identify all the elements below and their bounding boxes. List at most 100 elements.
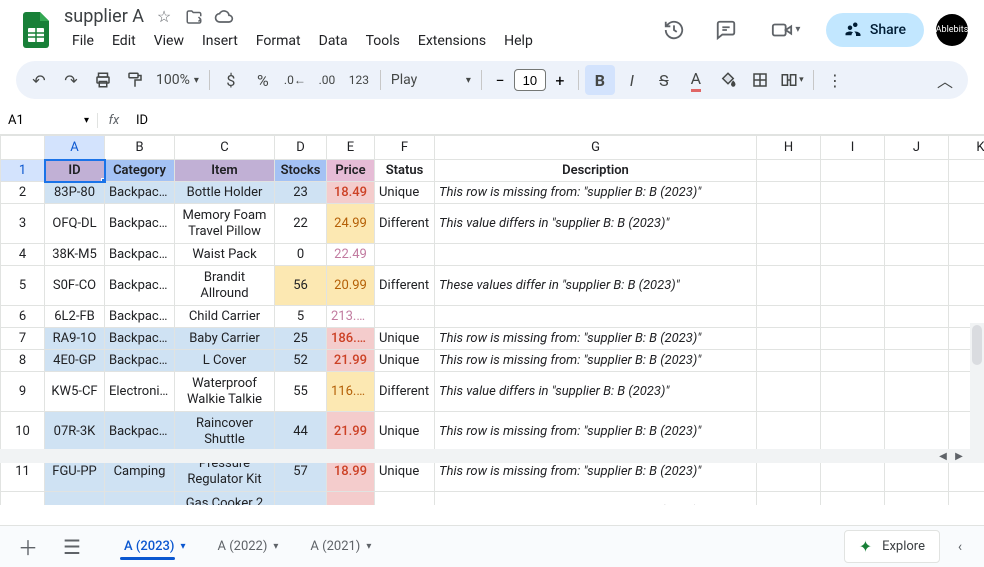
column-header-K[interactable]: K [949, 136, 984, 160]
empty-cell[interactable] [885, 266, 949, 306]
column-header-E[interactable]: E [327, 136, 375, 160]
cell-stocks[interactable]: 22 [275, 204, 327, 244]
header-cell[interactable]: Description [435, 160, 757, 182]
empty-cell[interactable] [821, 350, 885, 372]
row-header-9[interactable]: 9 [1, 372, 45, 412]
percent-button[interactable]: % [248, 65, 278, 95]
empty-cell[interactable] [757, 266, 821, 306]
cell-id[interactable]: 3Y8-AB [45, 492, 105, 506]
cell-price[interactable]: 116.99 [327, 372, 375, 412]
collapse-toolbar-button[interactable]: ︿ [930, 65, 960, 95]
cell-category[interactable]: Camping [105, 492, 175, 506]
empty-cell[interactable] [885, 182, 949, 204]
empty-cell[interactable] [757, 492, 821, 506]
cell-stocks[interactable]: 25 [275, 328, 327, 350]
row-header-4[interactable]: 4 [1, 244, 45, 266]
meet-icon[interactable]: ▾ [758, 10, 814, 50]
fill-color-button[interactable] [713, 65, 743, 95]
cell-category[interactable]: Backpacks [105, 350, 175, 372]
column-header-F[interactable]: F [375, 136, 435, 160]
row-header-6[interactable]: 6 [1, 306, 45, 328]
horizontal-scrollbar[interactable]: ◀ ▶ [0, 449, 970, 463]
empty-cell[interactable] [821, 244, 885, 266]
font-family-dropdown[interactable]: Play ▾ [387, 72, 475, 88]
app-icon[interactable] [16, 10, 56, 50]
sheet-scroll-left-button[interactable]: ‹ [948, 539, 972, 555]
menu-help[interactable]: Help [496, 29, 541, 53]
menu-view[interactable]: View [146, 29, 192, 53]
column-header-D[interactable]: D [275, 136, 327, 160]
cell-description[interactable]: This row is missing from: "supplier B: B… [435, 328, 757, 350]
cell-price[interactable]: 18.49 [327, 182, 375, 204]
empty-cell[interactable] [757, 328, 821, 350]
column-header-G[interactable]: G [435, 136, 757, 160]
cell-item[interactable]: Brandit Allround [175, 266, 275, 306]
cell-status[interactable]: Unique [375, 328, 435, 350]
paint-format-button[interactable] [120, 65, 150, 95]
cell-price[interactable]: 22.49 [327, 244, 375, 266]
zoom-dropdown[interactable]: 100% ▾ [152, 72, 203, 88]
cell-description[interactable]: This value differs in "supplier B: B (20… [435, 204, 757, 244]
cell-status[interactable]: Unique [375, 182, 435, 204]
row-header-10[interactable]: 10 [1, 412, 45, 452]
empty-cell[interactable] [821, 328, 885, 350]
decrease-decimal-button[interactable]: .0← [280, 65, 310, 95]
cell-category[interactable]: Backpacks [105, 306, 175, 328]
menu-tools[interactable]: Tools [358, 29, 408, 53]
cell-item[interactable]: Bottle Holder [175, 182, 275, 204]
cell-category[interactable]: Backpacks [105, 412, 175, 452]
sheet-tab[interactable]: A (2022)▾ [203, 531, 292, 562]
sheet-tab[interactable]: A (2021)▾ [296, 531, 385, 562]
cell-stocks[interactable]: 55 [275, 372, 327, 412]
cell-description[interactable] [435, 306, 757, 328]
formula-bar[interactable]: ID [130, 113, 984, 128]
vertical-scrollbar[interactable] [970, 323, 984, 463]
cell-description[interactable]: This row is missing from: "supplier B: B… [435, 182, 757, 204]
chevron-down-icon[interactable]: ▾ [366, 541, 371, 552]
select-all-corner[interactable] [1, 136, 45, 160]
empty-cell[interactable] [885, 328, 949, 350]
header-cell[interactable]: ID [45, 160, 105, 182]
cell-item[interactable]: L Cover [175, 350, 275, 372]
header-cell[interactable]: Stocks [275, 160, 327, 182]
undo-button[interactable]: ↶ [24, 65, 54, 95]
empty-cell[interactable] [885, 412, 949, 452]
empty-cell[interactable] [885, 204, 949, 244]
empty-cell[interactable] [885, 350, 949, 372]
cell-item[interactable]: Memory Foam Travel Pillow [175, 204, 275, 244]
increase-font-button[interactable]: + [548, 71, 572, 90]
empty-cell[interactable] [885, 244, 949, 266]
header-cell[interactable]: Item [175, 160, 275, 182]
cell-description[interactable]: This row is missing from: "supplier B: B… [435, 412, 757, 452]
empty-cell[interactable] [885, 492, 949, 506]
row-header-8[interactable]: 8 [1, 350, 45, 372]
header-cell[interactable]: Price [327, 160, 375, 182]
cell-stocks[interactable]: 44 [275, 412, 327, 452]
empty-cell[interactable] [757, 412, 821, 452]
column-header-B[interactable]: B [105, 136, 175, 160]
cell-status[interactable]: Unique [375, 492, 435, 506]
cell-status[interactable]: Different [375, 266, 435, 306]
cell-stocks[interactable]: 15 [275, 492, 327, 506]
scroll-left-icon[interactable]: ◀ [936, 451, 950, 462]
cell-description[interactable]: This row is missing from: "supplier B: B… [435, 492, 757, 506]
cell-price[interactable]: 24.99 [327, 204, 375, 244]
share-button[interactable]: Share [826, 13, 924, 47]
empty-cell[interactable] [821, 306, 885, 328]
column-header-I[interactable]: I [821, 136, 885, 160]
empty-cell[interactable] [949, 266, 984, 306]
cell-id[interactable]: 38K-M5 [45, 244, 105, 266]
cell-status[interactable]: Different [375, 204, 435, 244]
cell-id[interactable]: RA9-1O [45, 328, 105, 350]
cell-category[interactable]: Backpacks [105, 244, 175, 266]
row-header-5[interactable]: 5 [1, 266, 45, 306]
cell-description[interactable]: This row is missing from: "supplier B: B… [435, 350, 757, 372]
empty-cell[interactable] [821, 266, 885, 306]
empty-cell[interactable] [949, 204, 984, 244]
more-formats-button[interactable]: 123 [344, 65, 374, 95]
explore-button[interactable]: ✦ Explore [844, 530, 940, 563]
cell-status[interactable] [375, 306, 435, 328]
empty-cell[interactable] [821, 204, 885, 244]
cell-stocks[interactable]: 5 [275, 306, 327, 328]
empty-cell[interactable] [757, 160, 821, 182]
